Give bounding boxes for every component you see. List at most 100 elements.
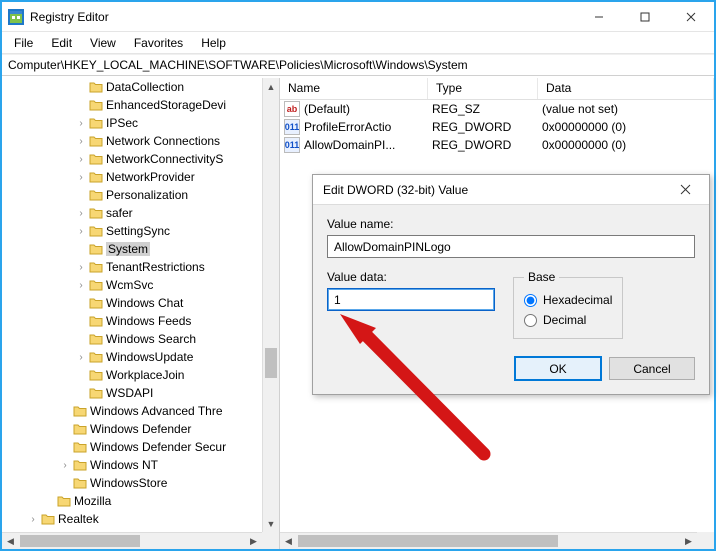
tree-item[interactable]: DataCollection	[2, 78, 279, 96]
maximize-button[interactable]	[622, 2, 668, 32]
radio-hexadecimal[interactable]: Hexadecimal	[524, 290, 612, 310]
expand-icon[interactable]: ›	[58, 460, 72, 471]
ok-button[interactable]: OK	[515, 357, 601, 380]
folder-icon	[88, 278, 104, 292]
expand-icon[interactable]: ›	[74, 172, 88, 183]
scroll-thumb[interactable]	[298, 535, 558, 547]
menu-favorites[interactable]: Favorites	[126, 34, 191, 52]
tree-item-label: System	[106, 242, 150, 256]
menu-help[interactable]: Help	[193, 34, 234, 52]
tree-item-label: WcmSvc	[106, 278, 153, 292]
folder-icon	[72, 422, 88, 436]
expand-icon[interactable]: ›	[74, 154, 88, 165]
tree-item[interactable]: Windows Search	[2, 330, 279, 348]
tree-item[interactable]: ›WindowsUpdate	[2, 348, 279, 366]
expand-icon[interactable]: ›	[74, 226, 88, 237]
folder-icon	[72, 440, 88, 454]
expand-icon[interactable]: ›	[74, 136, 88, 147]
tree-item[interactable]: Windows Defender	[2, 420, 279, 438]
registry-editor-window: Registry Editor File Edit View Favorites…	[0, 0, 716, 551]
menu-file[interactable]: File	[6, 34, 41, 52]
menu-edit[interactable]: Edit	[43, 34, 80, 52]
list-header: Name Type Data	[280, 78, 714, 100]
col-data[interactable]: Data	[538, 78, 714, 99]
expand-icon[interactable]: ›	[74, 352, 88, 363]
scroll-thumb[interactable]	[265, 348, 277, 378]
folder-icon	[40, 512, 56, 526]
value-name-input[interactable]	[327, 235, 695, 258]
expand-icon[interactable]: ›	[74, 118, 88, 129]
tree-item-label: Windows Feeds	[106, 314, 191, 328]
expand-icon[interactable]: ›	[74, 280, 88, 291]
tree-item[interactable]: Windows Defender Secur	[2, 438, 279, 456]
tree-item[interactable]: › WcmSvc	[2, 276, 279, 294]
tree-item[interactable]: Windows Chat	[2, 294, 279, 312]
tree-item-label: WindowsStore	[90, 476, 167, 490]
value-data: 0x00000000 (0)	[542, 138, 714, 152]
minimize-button[interactable]	[576, 2, 622, 32]
cancel-button[interactable]: Cancel	[609, 357, 695, 380]
menubar: File Edit View Favorites Help	[2, 32, 714, 54]
scroll-right-arrow-icon[interactable]: ▶	[245, 533, 262, 549]
tree-item[interactable]: EnhancedStorageDevi	[2, 96, 279, 114]
radio-hex-input[interactable]	[524, 294, 537, 307]
registry-tree[interactable]: DataCollectionEnhancedStorageDevi›IPSec›…	[2, 78, 279, 546]
col-type[interactable]: Type	[428, 78, 538, 99]
scroll-left-arrow-icon[interactable]: ◀	[280, 533, 297, 549]
radio-decimal[interactable]: Decimal	[524, 310, 612, 330]
scroll-down-arrow-icon[interactable]: ▼	[263, 515, 279, 532]
tree-item-label: Windows Defender	[90, 422, 191, 436]
scroll-right-arrow-icon[interactable]: ▶	[680, 533, 697, 549]
tree-item[interactable]: ›Windows NT	[2, 456, 279, 474]
folder-icon	[88, 224, 104, 238]
titlebar[interactable]: Registry Editor	[2, 2, 714, 32]
tree-item[interactable]: ›NetworkConnectivityS	[2, 150, 279, 168]
tree-item[interactable]: ›NetworkProvider	[2, 168, 279, 186]
tree-item[interactable]: Personalization	[2, 186, 279, 204]
radio-dec-input[interactable]	[524, 314, 537, 327]
string-value-icon: ab	[284, 101, 300, 117]
dialog-titlebar[interactable]: Edit DWORD (32-bit) Value	[313, 175, 709, 205]
expand-icon[interactable]: ›	[74, 208, 88, 219]
tree-item-label: WSDAPI	[106, 386, 153, 400]
tree-item[interactable]: ›IPSec	[2, 114, 279, 132]
tree-item[interactable]: ›safer	[2, 204, 279, 222]
tree-item[interactable]: WorkplaceJoin	[2, 366, 279, 384]
scroll-up-arrow-icon[interactable]: ▲	[263, 78, 279, 95]
expand-icon[interactable]: ›	[74, 262, 88, 273]
tree-item[interactable]: ›TenantRestrictions	[2, 258, 279, 276]
tree-item[interactable]: › SettingSync	[2, 222, 279, 240]
menu-view[interactable]: View	[82, 34, 124, 52]
tree-pane: DataCollectionEnhancedStorageDevi›IPSec›…	[2, 78, 280, 549]
tree-item[interactable]: Mozilla	[2, 492, 279, 510]
scroll-left-arrow-icon[interactable]: ◀	[2, 533, 19, 549]
tree-scrollbar-vertical[interactable]: ▲ ▼	[262, 78, 279, 532]
scroll-corner	[697, 532, 714, 549]
col-name[interactable]: Name	[280, 78, 428, 99]
tree-item[interactable]: ›Network Connections	[2, 132, 279, 150]
tree-item[interactable]: Windows Advanced Thre	[2, 402, 279, 420]
list-item[interactable]: ab(Default)REG_SZ(value not set)	[280, 100, 714, 118]
dialog-close-button[interactable]	[671, 176, 699, 204]
list-rows[interactable]: ab(Default)REG_SZ(value not set)011Profi…	[280, 100, 714, 154]
tree-scrollbar-horizontal[interactable]: ◀ ▶	[2, 532, 262, 549]
close-button[interactable]	[668, 2, 714, 32]
list-item[interactable]: 011ProfileErrorActioREG_DWORD0x00000000 …	[280, 118, 714, 136]
value-type: REG_SZ	[432, 102, 542, 116]
tree-item-label: Windows Advanced Thre	[90, 404, 223, 418]
address-bar[interactable]: Computer\HKEY_LOCAL_MACHINE\SOFTWARE\Pol…	[2, 54, 714, 76]
scroll-thumb[interactable]	[20, 535, 140, 547]
folder-icon	[88, 296, 104, 310]
tree-item[interactable]: ›Realtek	[2, 510, 279, 528]
tree-item[interactable]: WSDAPI	[2, 384, 279, 402]
tree-item[interactable]: Windows Feeds	[2, 312, 279, 330]
tree-item-label: SettingSync	[106, 224, 170, 238]
list-item[interactable]: 011AllowDomainPI...REG_DWORD0x00000000 (…	[280, 136, 714, 154]
value-data-input[interactable]	[327, 288, 495, 311]
regedit-icon	[8, 9, 24, 25]
list-scrollbar-horizontal[interactable]: ◀ ▶	[280, 532, 697, 549]
tree-item[interactable]: System	[2, 240, 279, 258]
tree-item-label: Windows Defender Secur	[90, 440, 226, 454]
tree-item[interactable]: WindowsStore	[2, 474, 279, 492]
expand-icon[interactable]: ›	[26, 514, 40, 525]
